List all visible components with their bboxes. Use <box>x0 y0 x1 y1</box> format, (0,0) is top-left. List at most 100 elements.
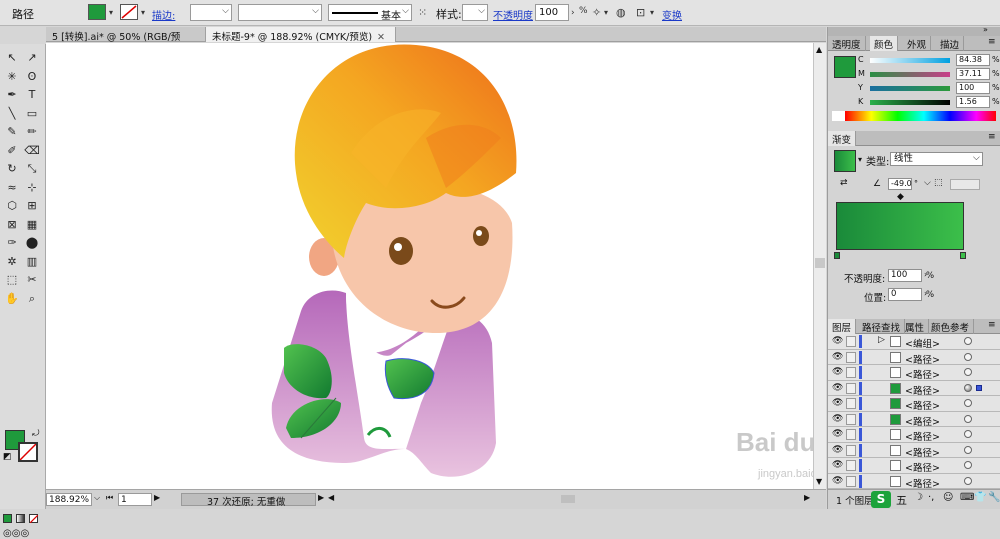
layer-row[interactable]: 👁 <路径> <box>828 365 1000 381</box>
zoom-tool-icon[interactable]: ⌕ <box>23 290 41 307</box>
default-colors-icon[interactable]: ◩ <box>3 452 12 462</box>
lock-toggle[interactable] <box>846 429 856 440</box>
layer-row[interactable]: 👁 <路径> <box>828 349 1000 366</box>
horizontal-scroll-thumb[interactable] <box>561 495 575 503</box>
target-icon[interactable] <box>964 476 972 485</box>
lock-toggle[interactable] <box>846 413 856 425</box>
layer-row[interactable]: 👁 <路径> <box>828 427 1000 443</box>
gradient-mode-icon[interactable] <box>16 514 25 523</box>
vertical-scrollbar[interactable]: ▲ ▼ <box>813 43 826 489</box>
lock-toggle[interactable] <box>846 460 856 471</box>
lock-toggle[interactable] <box>846 367 856 378</box>
chevron-down-icon[interactable]: ⌵ <box>924 178 931 188</box>
collapse-icon[interactable]: » <box>983 25 988 34</box>
artboard-canvas[interactable]: Bai du 经验 jingyan.baidu.com <box>46 43 813 489</box>
stop-opacity-input[interactable]: 100 <box>888 269 922 282</box>
tab-layers[interactable]: 图层 <box>828 319 857 334</box>
direct-selection-tool-icon[interactable]: ↗ <box>23 49 41 66</box>
chevron-down-icon[interactable]: ⌵ <box>94 493 100 503</box>
target-icon[interactable] <box>964 399 972 407</box>
aspect-ratio-input[interactable] <box>950 179 980 190</box>
lock-toggle[interactable] <box>846 382 856 394</box>
target-icon[interactable] <box>964 430 972 438</box>
scroll-thumb[interactable] <box>815 258 825 268</box>
first-page-icon[interactable]: ⏮ <box>106 493 113 503</box>
stroke-label-link[interactable]: 描边: <box>152 7 175 22</box>
color-swatch[interactable] <box>834 56 856 78</box>
cyan-slider[interactable]: C 84.38 % <box>858 54 1000 68</box>
align-icon[interactable]: ⁙ <box>418 6 427 19</box>
magic-wand-tool-icon[interactable]: ✳ <box>3 68 21 85</box>
chevron-down-icon[interactable]: ▾ <box>604 8 608 17</box>
tab-pathfinder[interactable]: 路径查找 <box>858 319 906 334</box>
recolor-icon[interactable]: ✧ <box>592 6 601 19</box>
magenta-input[interactable]: 37.11 <box>956 68 990 80</box>
layer-row[interactable]: 👁 ▷ <编组> <box>828 334 1000 350</box>
tab-gradient[interactable]: 渐变 <box>828 131 857 146</box>
tab-appearance[interactable]: 外观 <box>903 36 932 51</box>
yellow-input[interactable]: 100 <box>956 82 990 94</box>
variable-width-dropdown[interactable]: ⌵ <box>238 4 322 21</box>
pencil-tool-icon[interactable]: ✏ <box>23 123 41 140</box>
draw-mode-icon[interactable]: ◎◎◎ <box>3 528 29 539</box>
keyboard-icon[interactable]: ⌨ <box>960 492 974 503</box>
eyedropper-tool-icon[interactable]: ✑ <box>3 234 21 251</box>
perspective-grid-tool-icon[interactable]: ⊞ <box>23 197 41 214</box>
align-options-icon[interactable]: ⊡ <box>636 6 645 19</box>
rectangle-tool-icon[interactable]: ▭ <box>23 105 41 122</box>
lock-toggle[interactable] <box>846 336 856 347</box>
free-transform-tool-icon[interactable]: ⊹ <box>23 179 41 196</box>
artboard-tool-icon[interactable]: ⬚ <box>3 271 21 288</box>
symbol-sprayer-tool-icon[interactable]: ✲ <box>3 253 21 270</box>
ime-logo-icon[interactable]: S <box>871 491 891 508</box>
chevron-right-icon[interactable]: › <box>571 8 575 18</box>
angle-input[interactable]: -49.0 <box>888 178 912 190</box>
blob-brush-tool-icon[interactable]: ✐ <box>3 142 21 159</box>
magenta-slider[interactable]: M 37.11 % <box>858 68 1000 82</box>
brush-definition-dropdown[interactable]: 基本 ⌵ <box>328 4 412 22</box>
stop-location-input[interactable]: 0 <box>888 288 922 301</box>
warp-tool-icon[interactable]: ≈ <box>3 179 21 196</box>
stroke-color-box[interactable] <box>18 442 38 462</box>
tab-color[interactable]: 颜色 <box>870 36 899 51</box>
tab-color-guide[interactable]: 颜色参考 <box>927 319 975 334</box>
gradient-stop-start[interactable] <box>834 252 840 259</box>
target-icon[interactable] <box>964 352 972 361</box>
opacity-input[interactable]: 100 <box>535 4 569 21</box>
slice-tool-icon[interactable]: ✂ <box>23 271 41 288</box>
target-icon[interactable] <box>964 461 972 469</box>
paintbrush-tool-icon[interactable]: ✎ <box>3 123 21 140</box>
emoji-icon[interactable]: ☺ <box>943 492 953 503</box>
status-menu-icon[interactable]: ▶ <box>318 493 324 502</box>
eraser-tool-icon[interactable]: ⌫ <box>23 142 41 159</box>
rotate-tool-icon[interactable]: ↻ <box>3 160 21 177</box>
eye-icon[interactable]: 👁 <box>832 476 843 486</box>
eye-icon[interactable]: 👁 <box>832 460 843 470</box>
eye-icon[interactable]: 👁 <box>832 429 843 439</box>
eye-icon[interactable]: 👁 <box>832 352 843 362</box>
gradient-midpoint-icon[interactable]: ◆ <box>897 192 904 202</box>
layer-row[interactable]: 👁 <路径> <box>828 380 1000 397</box>
scale-tool-icon[interactable]: ⤡ <box>23 160 41 177</box>
tab-document-1[interactable]: 5 [转换].ai* @ 50% (RGB/预览)✕ <box>46 27 206 57</box>
target-icon[interactable] <box>964 383 972 392</box>
wrench-icon[interactable]: 🔧 <box>988 492 1000 503</box>
column-graph-tool-icon[interactable]: ▥ <box>23 253 41 270</box>
gradient-tool-icon[interactable]: ▦ <box>23 216 41 233</box>
shape-builder-tool-icon[interactable]: ⬡ <box>3 197 21 214</box>
next-page-icon[interactable]: ▶ <box>154 493 160 502</box>
stroke-swatch[interactable] <box>120 4 138 20</box>
chevron-down-icon[interactable]: ▾ <box>650 8 654 17</box>
scroll-up-icon[interactable]: ▲ <box>816 45 822 54</box>
yellow-slider[interactable]: Y 100 % <box>858 82 1000 96</box>
eye-icon[interactable]: 👁 <box>832 445 843 455</box>
layer-row[interactable]: 👁 <路径> <box>828 458 1000 474</box>
tab-attributes[interactable]: 属性 <box>901 319 930 334</box>
close-icon[interactable]: ✕ <box>377 32 385 43</box>
transform-link[interactable]: 变换 <box>662 7 682 22</box>
eye-icon[interactable]: 👁 <box>832 336 843 346</box>
zoom-field[interactable]: 188.92% <box>46 493 92 506</box>
tab-transparency[interactable]: 透明度 <box>828 36 866 51</box>
lock-toggle[interactable] <box>846 398 856 409</box>
fill-swatch[interactable] <box>88 4 106 20</box>
